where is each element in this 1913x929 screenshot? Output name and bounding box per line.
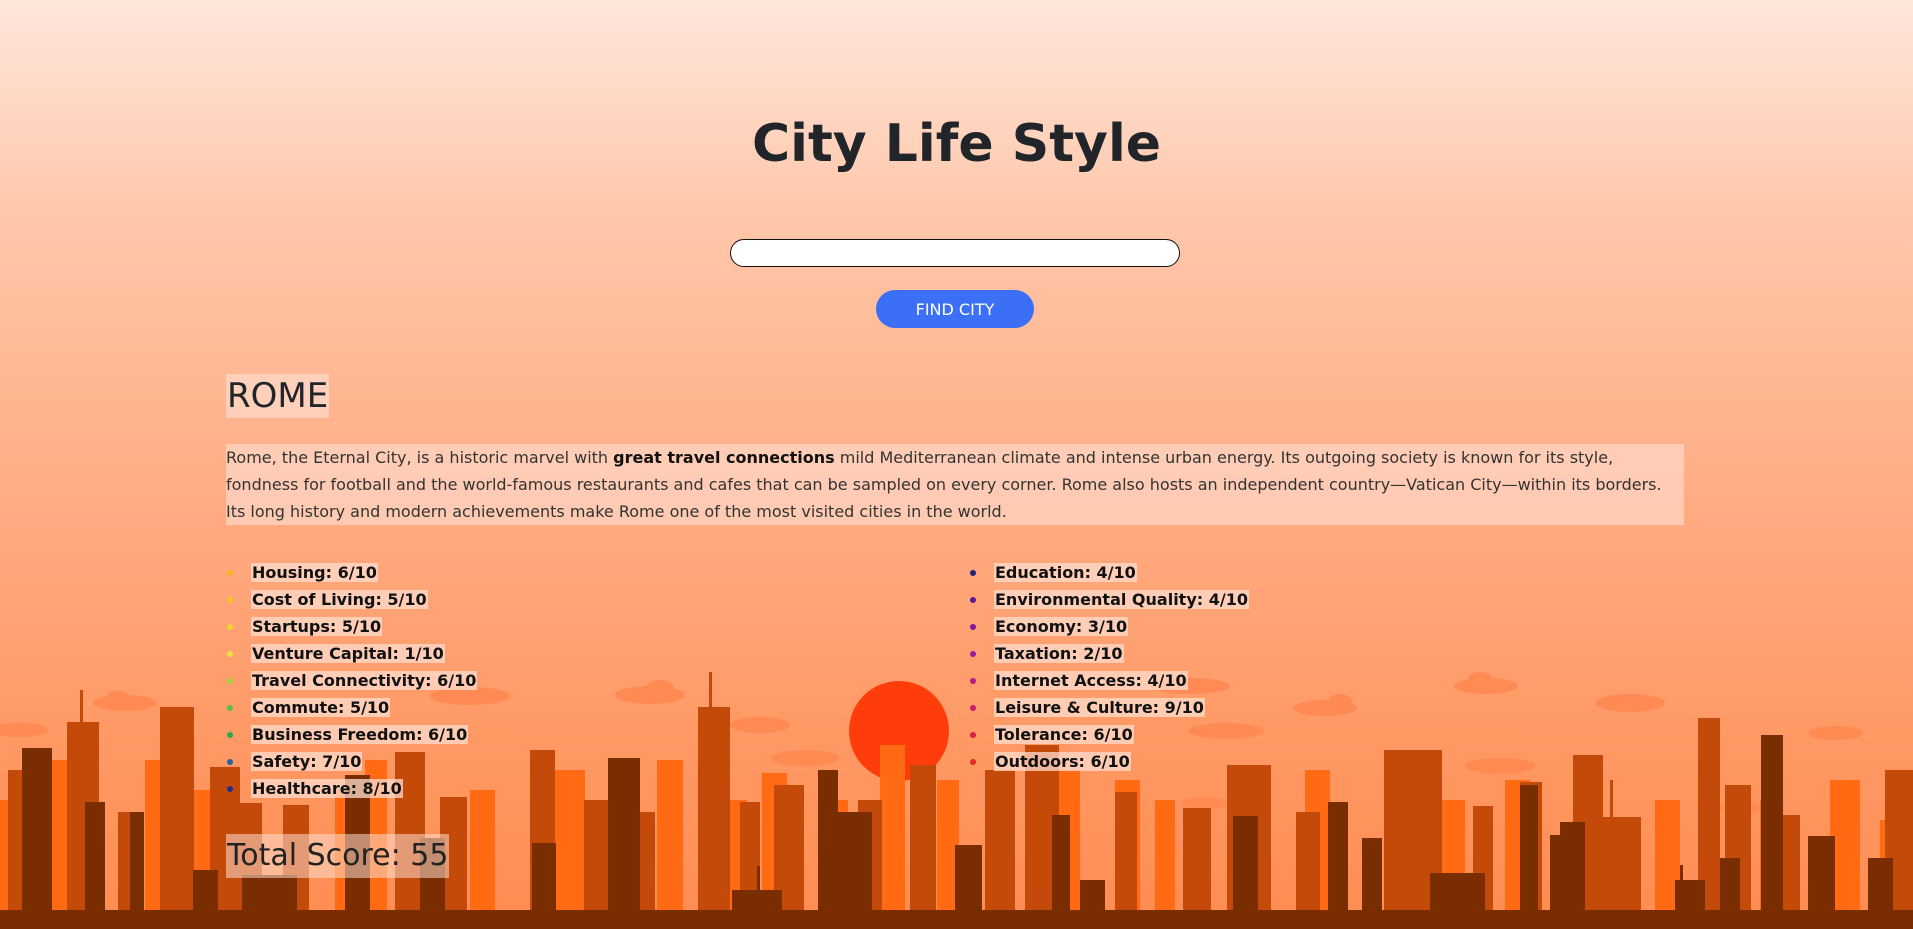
score-label: Safety: 7/10 (251, 752, 363, 771)
city-description: Rome, the Eternal City, is a historic ma… (226, 444, 1684, 525)
score-item-business-freedom: Business Freedom: 6/10 (226, 721, 477, 748)
score-label: Outdoors: 6/10 (994, 752, 1131, 771)
score-item-environmental-quality: Environmental Quality: 4/10 (969, 586, 1249, 613)
page-title: City Life Style (751, 114, 1162, 174)
score-item-economy: Economy: 3/10 (969, 613, 1249, 640)
score-label: Venture Capital: 1/10 (251, 644, 445, 663)
bullet-icon (970, 732, 976, 738)
bullet-icon (227, 624, 233, 630)
score-item-healthcare: Healthcare: 8/10 (226, 775, 477, 802)
bullet-icon (970, 624, 976, 630)
score-item-cost-of-living: Cost of Living: 5/10 (226, 586, 477, 613)
bullet-icon (970, 705, 976, 711)
bullet-icon (970, 678, 976, 684)
score-item-internet-access: Internet Access: 4/10 (969, 667, 1249, 694)
score-label: Leisure & Culture: 9/10 (994, 698, 1205, 717)
bullet-icon (227, 570, 233, 576)
score-label: Startups: 5/10 (251, 617, 383, 636)
bullet-icon (970, 651, 976, 657)
score-label: Internet Access: 4/10 (994, 671, 1188, 690)
bullet-icon (227, 597, 233, 603)
bullet-icon (227, 678, 233, 684)
score-label: Tolerance: 6/10 (994, 725, 1134, 744)
score-label: Environmental Quality: 4/10 (994, 590, 1249, 609)
score-item-tolerance: Tolerance: 6/10 (969, 721, 1249, 748)
find-city-button[interactable]: FIND CITY (876, 290, 1034, 328)
bullet-icon (970, 597, 976, 603)
bullet-icon (227, 732, 233, 738)
score-item-taxation: Taxation: 2/10 (969, 640, 1249, 667)
bullet-icon (227, 786, 233, 792)
score-label: Housing: 6/10 (251, 563, 378, 582)
bullet-icon (227, 759, 233, 765)
score-item-outdoors: Outdoors: 6/10 (969, 748, 1249, 775)
bullet-icon (227, 651, 233, 657)
score-label: Education: 4/10 (994, 563, 1137, 582)
scores-list-right: Education: 4/10 Environmental Quality: 4… (969, 559, 1249, 775)
score-item-travel-connectivity: Travel Connectivity: 6/10 (226, 667, 478, 694)
bullet-icon (970, 759, 976, 765)
score-item-startups: Startups: 5/10 (226, 613, 477, 640)
bullet-icon (227, 705, 233, 711)
score-label: Taxation: 2/10 (994, 644, 1124, 663)
score-item-commute: Commute: 5/10 (226, 694, 477, 721)
description-highlight: great travel connections (613, 448, 835, 467)
scores-list-left: Housing: 6/10 Cost of Living: 5/10 Start… (226, 559, 478, 802)
score-label: Travel Connectivity: 6/10 (251, 671, 478, 690)
bullet-icon (970, 570, 976, 576)
total-score: Total Score: 55 (226, 834, 450, 878)
city-search-input[interactable] (730, 239, 1180, 267)
score-item-leisure-culture: Leisure & Culture: 9/10 (969, 694, 1249, 721)
score-item-venture-capital: Venture Capital: 1/10 (226, 640, 477, 667)
score-label: Healthcare: 8/10 (251, 779, 403, 798)
score-item-housing: Housing: 6/10 (226, 559, 477, 586)
city-name-heading: ROME (226, 374, 330, 418)
score-label: Economy: 3/10 (994, 617, 1129, 636)
ground (0, 910, 1913, 929)
score-label: Business Freedom: 6/10 (251, 725, 469, 744)
score-label: Commute: 5/10 (251, 698, 391, 717)
description-text-start: Rome, the Eternal City, is a historic ma… (226, 448, 614, 467)
score-item-education: Education: 4/10 (969, 559, 1249, 586)
score-item-safety: Safety: 7/10 (226, 748, 477, 775)
score-label: Cost of Living: 5/10 (251, 590, 428, 609)
